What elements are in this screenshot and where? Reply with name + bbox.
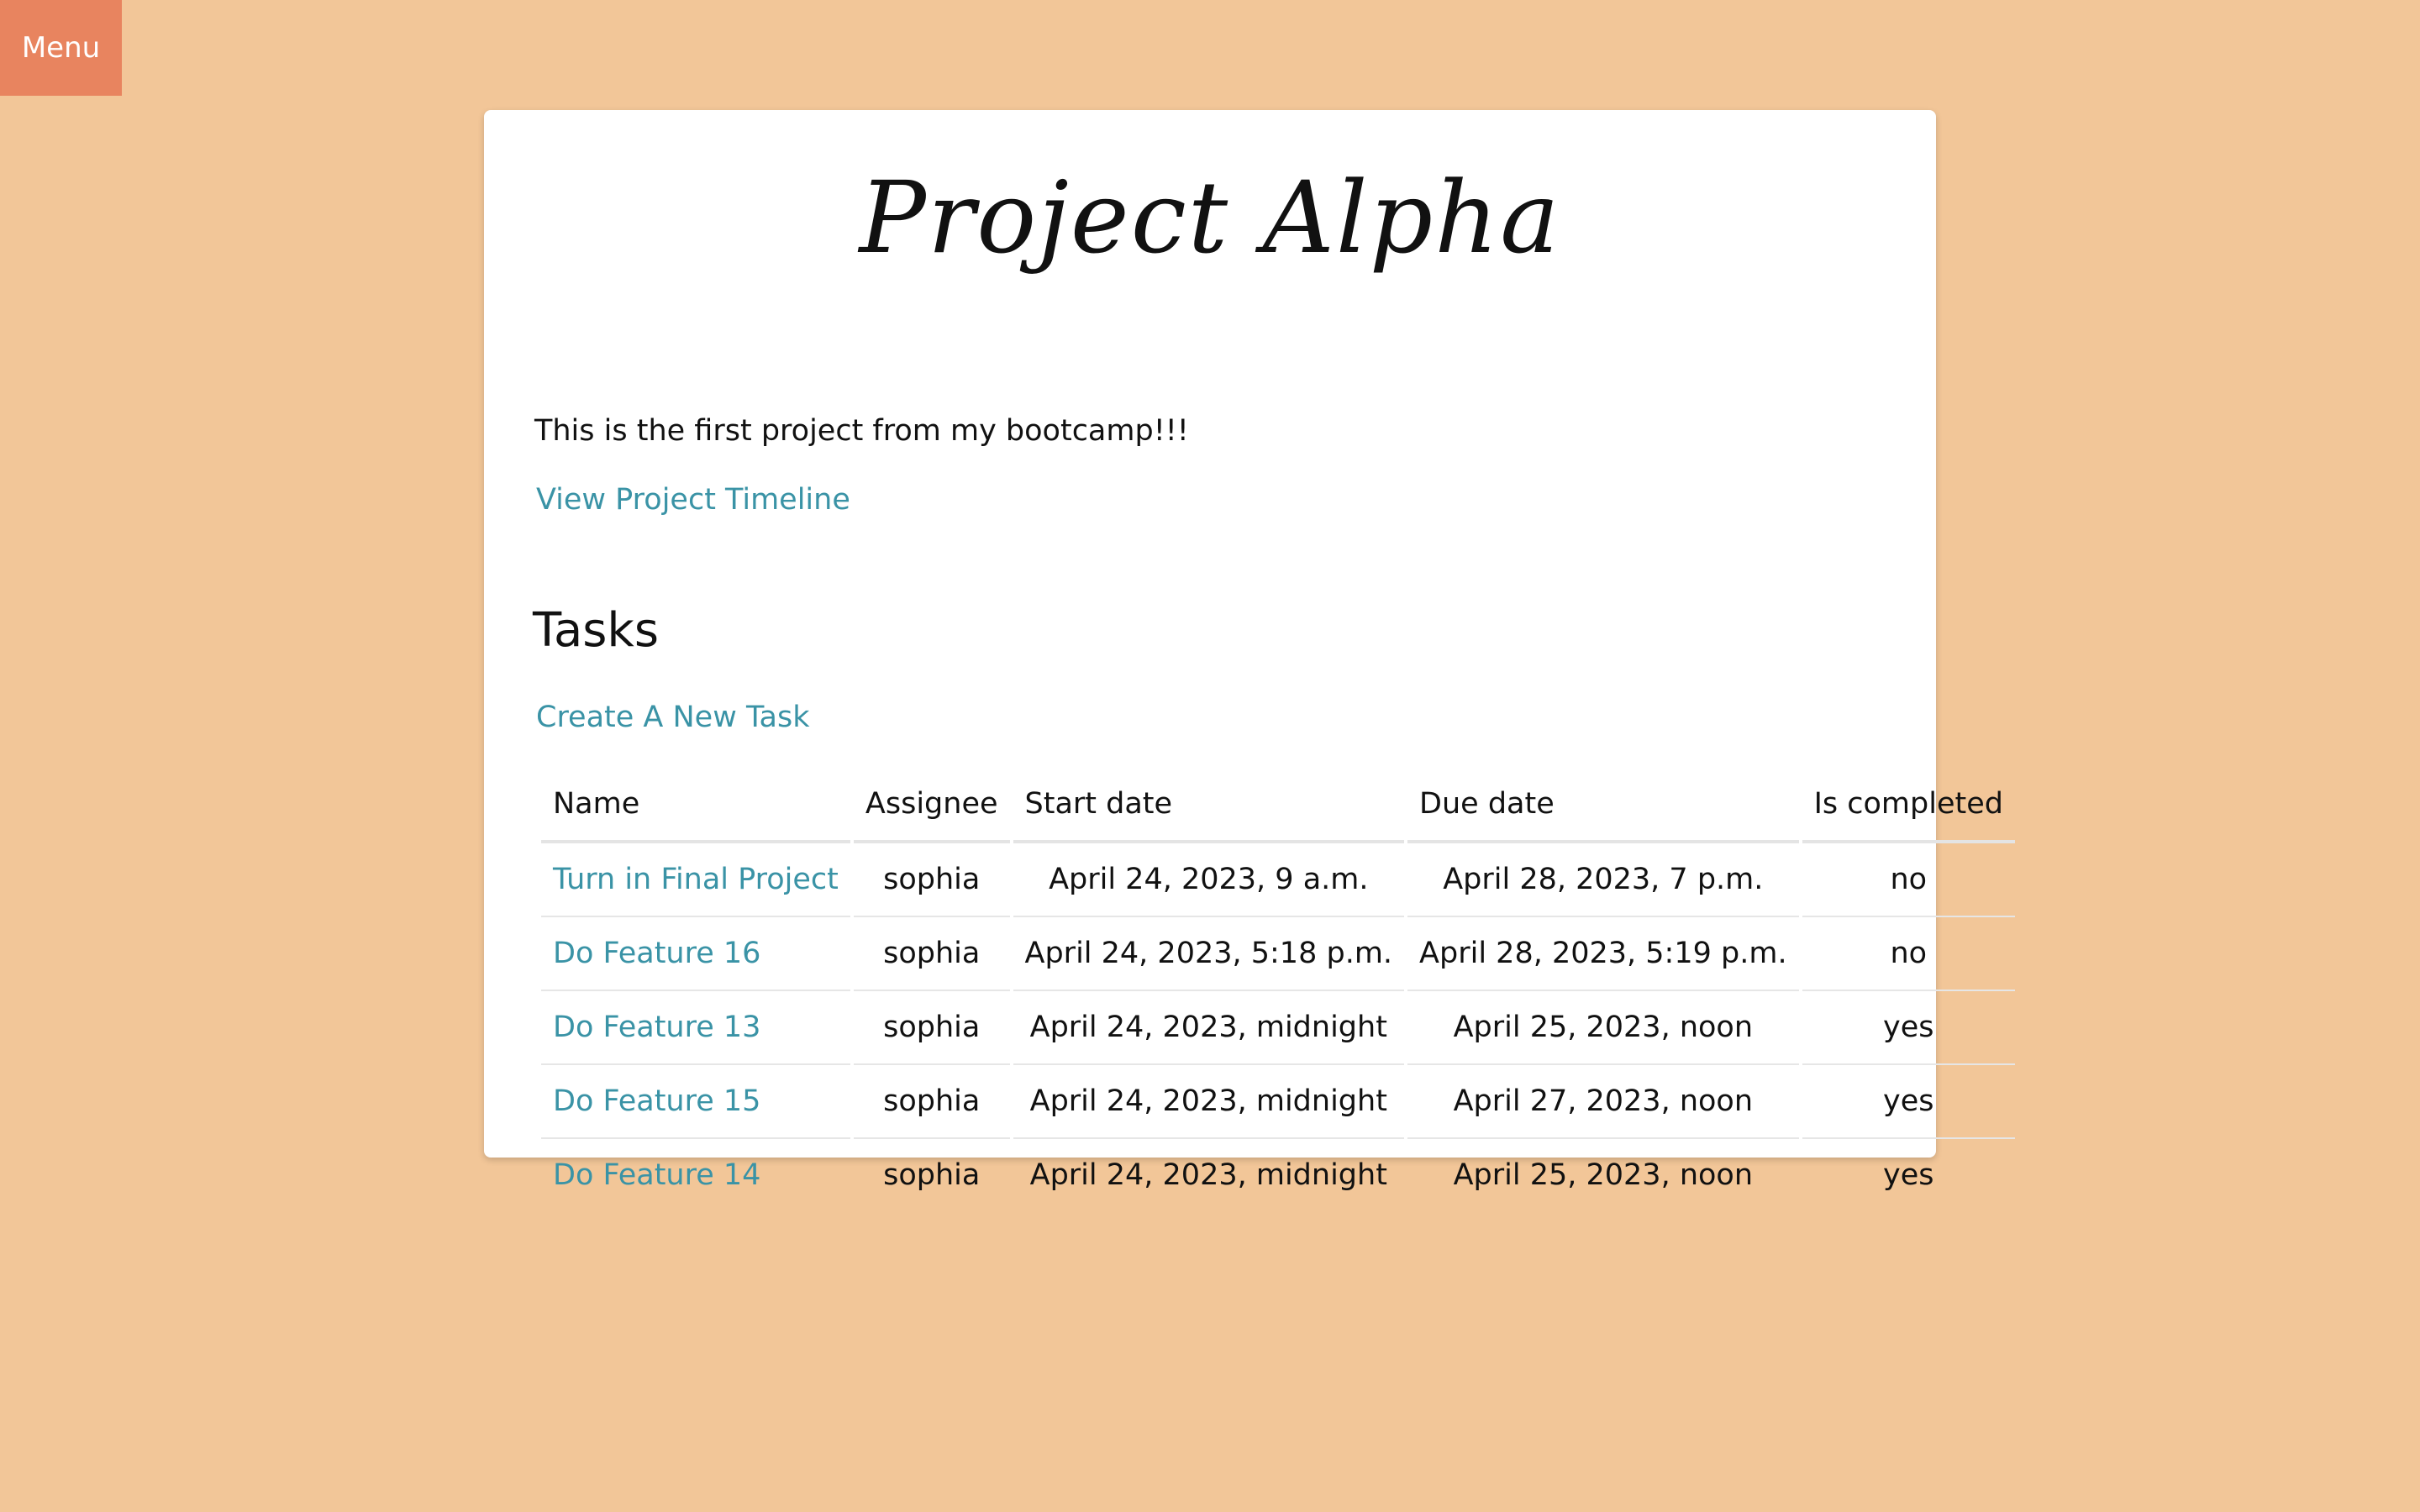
is-completed-cell: no [1802,917,2015,991]
task-name-cell: Do Feature 16 [541,917,850,991]
due-date-cell: April 27, 2023, noon [1407,1065,1799,1139]
table-row: Do Feature 13 sophia April 24, 2023, mid… [541,991,2015,1065]
column-header-name: Name [541,768,850,843]
table-row: Do Feature 16 sophia April 24, 2023, 5:1… [541,917,2015,991]
menu-button[interactable]: Menu [0,0,122,96]
is-completed-cell: yes [1802,1065,2015,1139]
task-name-cell: Do Feature 14 [541,1139,850,1211]
due-date-cell: April 28, 2023, 7 p.m. [1407,843,1799,917]
task-link[interactable]: Do Feature 15 [553,1084,760,1118]
is-completed-cell: no [1802,843,2015,917]
start-date-cell: April 24, 2023, midnight [1013,1065,1405,1139]
project-description: This is the first project from my bootca… [534,414,1189,448]
table-row: Do Feature 14 sophia April 24, 2023, mid… [541,1139,2015,1211]
page-title: Project Alpha [859,160,1561,276]
due-date-cell: April 25, 2023, noon [1407,991,1799,1065]
assignee-cell: sophia [853,917,1010,991]
view-project-timeline-link[interactable]: View Project Timeline [536,477,850,522]
task-name-cell: Turn in Final Project [541,843,850,917]
column-header-due-date: Due date [1407,768,1799,843]
table-row: Do Feature 15 sophia April 24, 2023, mid… [541,1065,2015,1139]
table-row: Turn in Final Project sophia April 24, 2… [541,843,2015,917]
start-date-cell: April 24, 2023, midnight [1029,1158,1387,1192]
start-date-cell: April 24, 2023, 5:18 p.m. [1013,917,1405,991]
column-header-is-completed: Is completed [1802,768,2015,843]
assignee-cell: sophia [883,1158,981,1192]
project-card: Project Alpha This is the first project … [484,110,2015,1192]
column-header-assignee: Assignee [853,768,1010,843]
table-header-row: Name Assignee Start date Due date Is com… [541,768,2015,843]
task-link[interactable]: Do Feature 13 [553,1011,760,1044]
start-date-cell: April 24, 2023, midnight [1013,991,1405,1065]
tasks-table: Name Assignee Start date Due date Is com… [538,768,2018,1211]
task-name-cell: Do Feature 15 [541,1065,850,1139]
assignee-cell: sophia [853,843,1010,917]
assignee-cell: sophia [853,991,1010,1065]
due-date-cell: April 25, 2023, noon [1453,1158,1754,1192]
is-completed-cell: yes [1883,1158,1934,1192]
task-link[interactable]: Turn in Final Project [553,863,839,896]
due-date-cell: April 28, 2023, 5:19 p.m. [1407,917,1799,991]
is-completed-cell: yes [1802,991,2015,1065]
task-name-cell: Do Feature 13 [541,991,850,1065]
start-date-cell: April 24, 2023, 9 a.m. [1013,843,1405,917]
assignee-cell: sophia [853,1065,1010,1139]
create-task-link[interactable]: Create A New Task [536,695,810,740]
column-header-start-date: Start date [1013,768,1405,843]
task-link[interactable]: Do Feature 14 [553,1158,760,1192]
tasks-heading: Tasks [533,603,660,658]
task-link[interactable]: Do Feature 16 [553,937,760,970]
